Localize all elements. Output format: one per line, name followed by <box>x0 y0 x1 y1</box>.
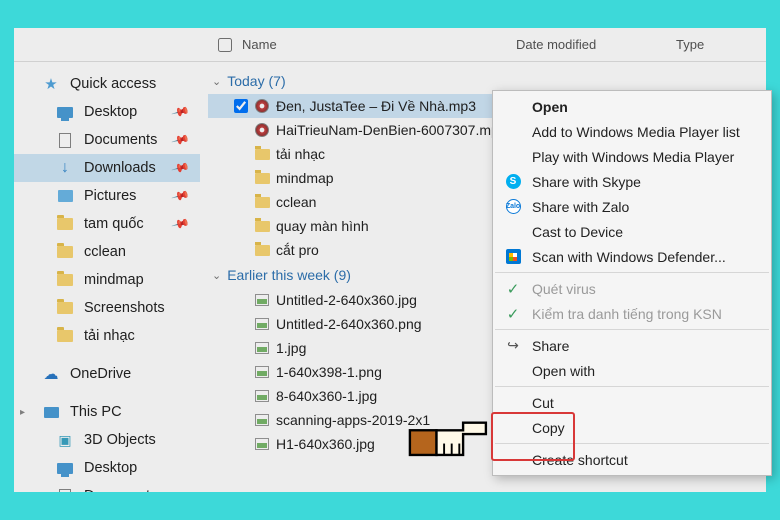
desktop-icon <box>56 459 74 477</box>
file-name: Untitled-2-640x360.png <box>276 316 422 332</box>
downloads-icon: ↓ <box>56 159 74 177</box>
menu-separator <box>495 443 769 444</box>
menu-copy[interactable]: Copy <box>494 415 770 440</box>
folder-icon <box>56 271 74 289</box>
quick-access[interactable]: ★ Quick access <box>14 70 200 98</box>
menu-virus[interactable]: ✓Quét virus <box>494 276 770 301</box>
file-type-icon <box>252 173 272 184</box>
sidebar-item-folder[interactable]: mindmap <box>14 266 200 294</box>
pin-icon: 📌 <box>171 186 191 206</box>
file-checkbox[interactable] <box>230 99 252 113</box>
navigation-sidebar: ★ Quick access Desktop📌 Documents📌 ↓ Dow… <box>14 62 200 492</box>
file-name: quay màn hình <box>276 218 369 234</box>
this-pc[interactable]: ▸ This PC <box>14 398 200 426</box>
sidebar-item-folder[interactable]: tam quốc📌 <box>14 210 200 238</box>
menu-openwith[interactable]: Open with <box>494 358 770 383</box>
pointing-hand-icon <box>408 400 503 475</box>
onedrive[interactable]: ☁ OneDrive <box>14 360 200 388</box>
file-type-icon <box>252 318 272 330</box>
file-type-icon <box>252 342 272 354</box>
desktop-icon <box>56 103 74 121</box>
sidebar-item-folder[interactable]: Screenshots <box>14 294 200 322</box>
menu-separator <box>495 272 769 273</box>
shield-icon: ✓ <box>504 305 522 323</box>
sidebar-item-desktop[interactable]: Desktop <box>14 454 200 482</box>
menu-share[interactable]: ↪Share <box>494 333 770 358</box>
file-type-icon <box>252 245 272 256</box>
pictures-icon <box>56 187 74 205</box>
col-type[interactable]: Type <box>676 37 766 52</box>
folder-icon <box>56 215 74 233</box>
file-name: 1.jpg <box>276 340 306 356</box>
file-name: HaiTrieuNam-DenBien-6007307.mp <box>276 122 499 138</box>
file-type-icon <box>252 414 272 426</box>
menu-defender[interactable]: Scan with Windows Defender... <box>494 244 770 269</box>
menu-skype[interactable]: SShare with Skype <box>494 169 770 194</box>
menu-create-shortcut[interactable]: Create shortcut <box>494 447 770 472</box>
pin-icon: 📌 <box>171 130 191 150</box>
defender-icon <box>504 248 522 266</box>
share-icon: ↪ <box>504 337 522 355</box>
documents-icon <box>56 487 74 492</box>
file-name: cắt pro <box>276 242 319 258</box>
skype-icon: S <box>504 173 522 191</box>
file-name: H1-640x360.jpg <box>276 436 375 452</box>
sidebar-item-folder[interactable]: cclean <box>14 238 200 266</box>
sidebar-item-documents[interactable]: Documents📌 <box>14 126 200 154</box>
menu-cast[interactable]: Cast to Device <box>494 219 770 244</box>
file-name: tải nhạc <box>276 146 325 162</box>
file-name: Đen, JustaTee – Đi Về Nhà.mp3 <box>276 98 476 114</box>
chevron-down-icon: ⌄ <box>212 269 221 282</box>
context-menu: Open Add to Windows Media Player list Pl… <box>492 90 772 476</box>
col-date[interactable]: Date modified <box>516 37 676 52</box>
pin-icon: 📌 <box>171 158 191 178</box>
sidebar-item-pictures[interactable]: Pictures📌 <box>14 182 200 210</box>
menu-play-wmp[interactable]: Play with Windows Media Player <box>494 144 770 169</box>
file-name: 1-640x398-1.png <box>276 364 382 380</box>
file-name: mindmap <box>276 170 334 186</box>
file-name: 8-640x360-1.jpg <box>276 388 377 404</box>
cloud-icon: ☁ <box>42 365 60 383</box>
folder-icon <box>56 299 74 317</box>
col-name[interactable]: Name <box>236 37 516 52</box>
file-name: cclean <box>276 194 316 210</box>
sidebar-item-3dobjects[interactable]: ▣ 3D Objects <box>14 426 200 454</box>
menu-open[interactable]: Open <box>494 94 770 119</box>
pin-icon: 📌 <box>171 102 191 122</box>
sidebar-item-desktop[interactable]: Desktop📌 <box>14 98 200 126</box>
file-name: scanning-apps-2019-2x1 <box>276 412 430 428</box>
pin-icon: 📌 <box>171 214 191 234</box>
file-type-icon <box>252 390 272 402</box>
file-type-icon <box>252 99 272 113</box>
file-type-icon <box>252 438 272 450</box>
file-type-icon <box>252 149 272 160</box>
star-icon: ★ <box>42 75 60 93</box>
file-type-icon <box>252 221 272 232</box>
folder-icon <box>56 243 74 261</box>
menu-ksn[interactable]: ✓Kiểm tra danh tiếng trong KSN <box>494 301 770 326</box>
sidebar-item-documents[interactable]: Documents <box>14 482 200 492</box>
menu-separator <box>495 386 769 387</box>
file-type-icon <box>252 123 272 137</box>
file-type-icon <box>252 197 272 208</box>
folder-icon <box>56 327 74 345</box>
pc-icon <box>42 403 60 421</box>
documents-icon <box>56 131 74 149</box>
zalo-icon: Zalo <box>504 198 522 216</box>
sidebar-item-downloads[interactable]: ↓ Downloads📌 <box>14 154 200 182</box>
shield-icon: ✓ <box>504 280 522 298</box>
file-name: Untitled-2-640x360.jpg <box>276 292 417 308</box>
sidebar-item-folder[interactable]: tải nhạc <box>14 322 200 350</box>
file-type-icon <box>252 366 272 378</box>
menu-add-wmp[interactable]: Add to Windows Media Player list <box>494 119 770 144</box>
chevron-right-icon: ▸ <box>20 407 25 418</box>
menu-cut[interactable]: Cut <box>494 390 770 415</box>
chevron-down-icon: ⌄ <box>212 75 221 88</box>
menu-separator <box>495 329 769 330</box>
file-type-icon <box>252 294 272 306</box>
column-headers: Name Date modified Type <box>14 28 766 62</box>
select-all-checkbox[interactable] <box>214 38 236 52</box>
3dobjects-icon: ▣ <box>56 431 74 449</box>
menu-zalo[interactable]: ZaloShare with Zalo <box>494 194 770 219</box>
